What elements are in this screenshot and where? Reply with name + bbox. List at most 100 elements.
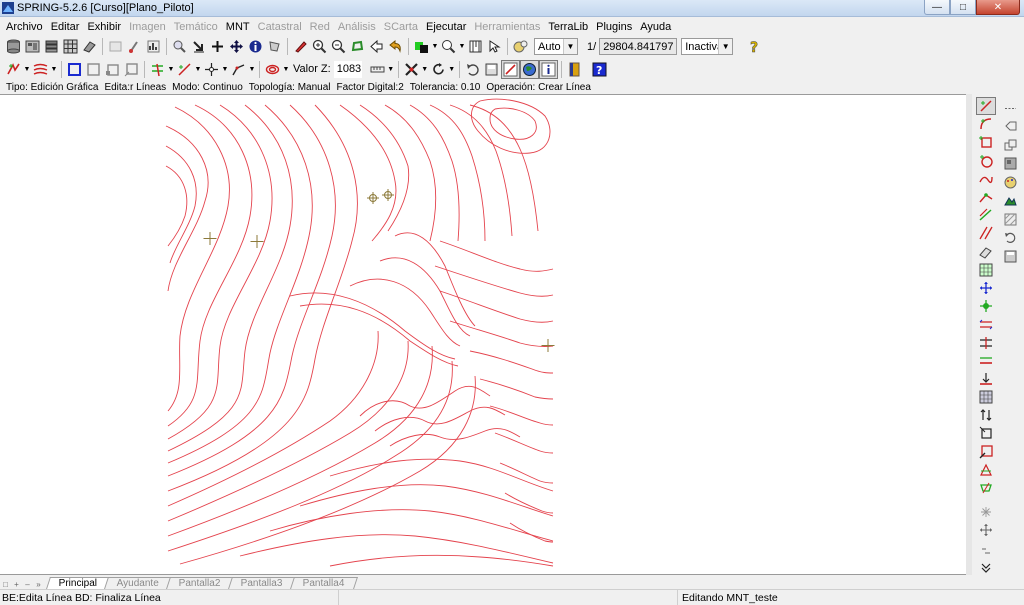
offset-line-icon[interactable] [976, 352, 996, 370]
rectangle-select-icon[interactable] [84, 60, 103, 79]
tab-remove-icon[interactable]: – [22, 580, 33, 589]
brush-icon[interactable] [125, 37, 144, 56]
refresh-icon[interactable] [348, 37, 367, 56]
book-icon[interactable] [565, 60, 584, 79]
raster-icon[interactable] [1001, 155, 1019, 174]
help-book-icon[interactable]: ? [590, 60, 609, 79]
save-palette-icon[interactable] [1001, 247, 1019, 266]
chart-tool-icon[interactable] [144, 37, 163, 56]
create-arc-icon[interactable] [976, 115, 996, 133]
maximize-button[interactable]: □ [950, 0, 976, 15]
undo-palette-icon[interactable] [1001, 229, 1019, 248]
menu-analisis[interactable]: Análisis [334, 21, 380, 33]
copy-features-icon[interactable] [1001, 136, 1019, 155]
rotate-icon[interactable] [429, 60, 448, 79]
chevron-down-icon[interactable]: ▼ [458, 43, 466, 50]
menu-scarta[interactable]: SCarta [380, 21, 422, 33]
transform-icon[interactable] [976, 479, 996, 497]
info-mode-icon[interactable] [538, 59, 558, 79]
tab-pantalla3[interactable]: Pantalla3 [228, 577, 296, 589]
zoom-out-icon[interactable] [329, 37, 348, 56]
create-line-icon[interactable] [976, 97, 996, 116]
plugin-icon[interactable] [511, 37, 530, 56]
pencil-icon[interactable] [291, 37, 310, 56]
chevron-down-icon[interactable]: ▼ [248, 66, 256, 73]
close-button[interactable]: ✕ [976, 0, 1020, 15]
join-lines-icon[interactable] [976, 333, 996, 351]
tab-add-icon[interactable]: + [11, 580, 22, 589]
tab-first-icon[interactable]: □ [0, 580, 11, 589]
dash-tool-icon[interactable] [976, 540, 996, 558]
contour-lines-icon[interactable] [31, 60, 50, 79]
polygon-outline-icon[interactable] [1001, 118, 1019, 137]
point-move-icon[interactable] [202, 60, 221, 79]
window-icon[interactable] [106, 37, 125, 56]
tab-principal[interactable]: Principal [46, 577, 111, 589]
menu-exhibir[interactable]: Exhibir [83, 21, 125, 33]
canvas-scrollbar[interactable] [966, 94, 972, 575]
zoom-fit-icon[interactable] [189, 37, 208, 56]
tools-icon[interactable] [402, 60, 421, 79]
menu-mnt[interactable]: MNT [222, 21, 254, 33]
menu-catastral[interactable]: Catastral [254, 21, 306, 33]
map-canvas[interactable] [0, 94, 972, 575]
scroll-down-icon[interactable] [976, 558, 996, 576]
line-split-icon[interactable] [175, 60, 194, 79]
grid-points-icon[interactable] [976, 261, 996, 279]
undo-icon[interactable] [463, 60, 482, 79]
box-move-icon[interactable] [976, 424, 996, 442]
contour-map[interactable] [0, 95, 966, 574]
move-all-icon[interactable] [976, 279, 996, 297]
menu-terralib[interactable]: TerraLib [544, 21, 592, 33]
chevron-down-icon[interactable]: ▼ [50, 66, 58, 73]
state-select[interactable]: Inactiva ▼ [681, 38, 734, 55]
project-icon[interactable] [23, 37, 42, 56]
split-line-icon[interactable] [976, 224, 996, 242]
eraser-icon[interactable] [80, 37, 99, 56]
rectangle-corner-icon[interactable] [103, 60, 122, 79]
zoom-window-icon[interactable] [170, 37, 189, 56]
line-connect-icon[interactable] [229, 60, 248, 79]
menu-plugins[interactable]: Plugins [592, 21, 636, 33]
edit-node-icon[interactable] [976, 188, 996, 206]
hatch-icon[interactable] [1001, 210, 1019, 229]
menu-ejecutar[interactable]: Ejecutar [422, 21, 470, 33]
node-chain-icon[interactable] [1001, 99, 1019, 118]
select-area-icon[interactable] [265, 37, 284, 56]
create-curve-icon[interactable] [976, 170, 996, 188]
menu-red[interactable]: Red [306, 21, 334, 33]
chevron-down-icon[interactable]: ▼ [282, 66, 290, 73]
pointer-cursor-icon[interactable] [485, 37, 504, 56]
globe-icon[interactable] [519, 59, 539, 79]
polygon-tool-icon[interactable] [976, 443, 996, 461]
terrain-icon[interactable] [1001, 192, 1019, 211]
chevron-down-icon[interactable]: ▼ [448, 66, 456, 73]
database-icon[interactable] [4, 37, 23, 56]
menu-ayuda[interactable]: Ayuda [636, 21, 675, 33]
back-arrow-icon[interactable] [367, 37, 386, 56]
sparkle-icon[interactable] [976, 503, 996, 521]
undo-arrow-icon[interactable] [386, 37, 405, 56]
menu-herramientas[interactable]: Herramientas [470, 21, 544, 33]
create-circle-icon[interactable] [976, 152, 996, 170]
rectangle-resize-icon[interactable] [122, 60, 141, 79]
create-polygon-icon[interactable] [976, 133, 996, 151]
pan-icon[interactable] [227, 37, 246, 56]
tab-pantalla2[interactable]: Pantalla2 [166, 577, 235, 589]
grid-select-icon[interactable] [976, 388, 996, 406]
scale-field[interactable]: 29804.841797 [599, 38, 678, 55]
chevron-down-icon[interactable]: ▼ [431, 43, 439, 50]
menu-archivo[interactable]: Archivo [2, 21, 47, 33]
contour-value-icon[interactable] [263, 60, 282, 79]
flip-vertical-icon[interactable] [976, 406, 996, 424]
menu-tematico[interactable]: Temático [170, 21, 222, 33]
tab-ayudante[interactable]: Ayudante [104, 577, 173, 589]
zoom-in-icon[interactable] [310, 37, 329, 56]
palette-icon[interactable] [1001, 173, 1019, 192]
edit-lines-icon[interactable] [4, 60, 23, 79]
move-center-icon[interactable] [976, 297, 996, 315]
menu-imagen[interactable]: Imagen [125, 21, 170, 33]
minimize-button[interactable]: — [924, 0, 950, 15]
tab-next-icon[interactable]: » [33, 580, 44, 589]
eraser-line-icon[interactable] [976, 243, 996, 261]
